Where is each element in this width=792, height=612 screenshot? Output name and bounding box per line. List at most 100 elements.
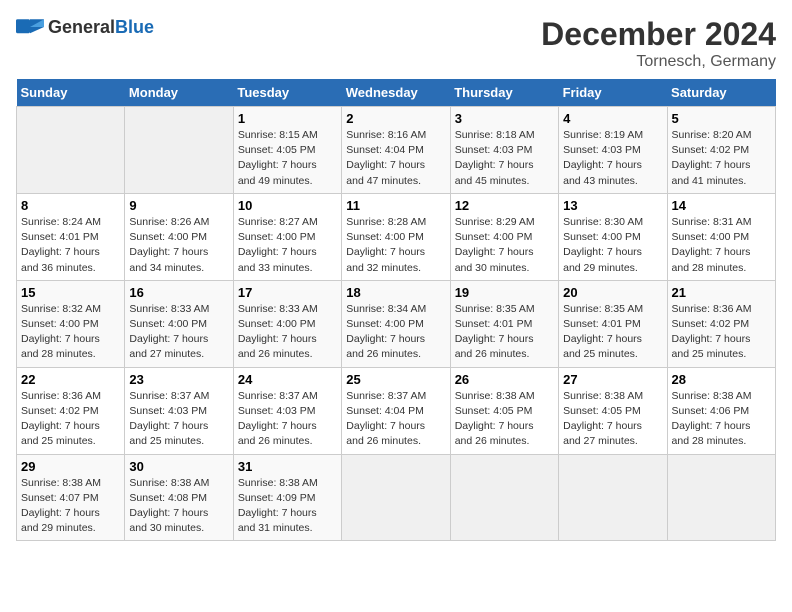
day-info: Sunrise: 8:32 AMSunset: 4:00 PMDaylight:… <box>21 303 101 361</box>
col-header-wednesday: Wednesday <box>342 79 450 107</box>
day-number: 30 <box>129 459 228 474</box>
col-header-sunday: Sunday <box>17 79 125 107</box>
day-info: Sunrise: 8:38 AMSunset: 4:09 PMDaylight:… <box>238 477 318 535</box>
subtitle: Tornesch, Germany <box>541 53 776 71</box>
day-info: Sunrise: 8:27 AMSunset: 4:00 PMDaylight:… <box>238 216 318 274</box>
day-number: 22 <box>21 372 120 387</box>
col-header-thursday: Thursday <box>450 79 558 107</box>
header: GeneralBlue December 2024 Tornesch, Germ… <box>16 16 776 71</box>
day-number: 17 <box>238 285 337 300</box>
day-info: Sunrise: 8:37 AMSunset: 4:04 PMDaylight:… <box>346 390 426 448</box>
day-number: 27 <box>563 372 662 387</box>
day-number: 9 <box>129 198 228 213</box>
day-info: Sunrise: 8:34 AMSunset: 4:00 PMDaylight:… <box>346 303 426 361</box>
day-number: 15 <box>21 285 120 300</box>
calendar-cell <box>125 107 233 194</box>
day-number: 10 <box>238 198 337 213</box>
day-number: 20 <box>563 285 662 300</box>
day-number: 11 <box>346 198 445 213</box>
day-info: Sunrise: 8:36 AMSunset: 4:02 PMDaylight:… <box>21 390 101 448</box>
calendar-cell: 9 Sunrise: 8:26 AMSunset: 4:00 PMDaylight… <box>125 193 233 280</box>
col-header-friday: Friday <box>559 79 667 107</box>
day-info: Sunrise: 8:19 AMSunset: 4:03 PMDaylight:… <box>563 129 643 187</box>
calendar-cell: 23 Sunrise: 8:37 AMSunset: 4:03 PMDayligh… <box>125 367 233 454</box>
day-number: 19 <box>455 285 554 300</box>
day-number: 24 <box>238 372 337 387</box>
day-info: Sunrise: 8:38 AMSunset: 4:05 PMDaylight:… <box>455 390 535 448</box>
title-area: December 2024 Tornesch, Germany <box>541 16 776 71</box>
day-info: Sunrise: 8:37 AMSunset: 4:03 PMDaylight:… <box>238 390 318 448</box>
day-number: 18 <box>346 285 445 300</box>
day-info: Sunrise: 8:16 AMSunset: 4:04 PMDaylight:… <box>346 129 426 187</box>
day-number: 16 <box>129 285 228 300</box>
day-number: 2 <box>346 111 445 126</box>
day-number: 21 <box>672 285 771 300</box>
calendar-cell: 24 Sunrise: 8:37 AMSunset: 4:03 PMDayligh… <box>233 367 341 454</box>
day-number: 31 <box>238 459 337 474</box>
day-info: Sunrise: 8:31 AMSunset: 4:00 PMDaylight:… <box>672 216 752 274</box>
calendar-cell: 13Sunrise: 8:30 AMSunset: 4:00 PMDayligh… <box>559 193 667 280</box>
calendar-cell: 10 Sunrise: 8:27 AMSunset: 4:00 PMDayligh… <box>233 193 341 280</box>
calendar-cell: 5 Sunrise: 8:20 AMSunset: 4:02 PMDaylight… <box>667 107 775 194</box>
calendar-cell: 20 Sunrise: 8:35 AMSunset: 4:01 PMDayligh… <box>559 280 667 367</box>
day-info: Sunrise: 8:36 AMSunset: 4:02 PMDaylight:… <box>672 303 752 361</box>
day-number: 14 <box>672 198 771 213</box>
calendar-cell: 3 Sunrise: 8:18 AMSunset: 4:03 PMDaylight… <box>450 107 558 194</box>
logo-general: General <box>48 17 115 37</box>
day-number: 8 <box>21 198 120 213</box>
day-number: 25 <box>346 372 445 387</box>
day-number: 12 <box>455 198 554 213</box>
day-info: Sunrise: 8:18 AMSunset: 4:03 PMDaylight:… <box>455 129 535 187</box>
calendar-cell: 16Sunrise: 8:33 AMSunset: 4:00 PMDayligh… <box>125 280 233 367</box>
day-info: Sunrise: 8:38 AMSunset: 4:08 PMDaylight:… <box>129 477 209 535</box>
calendar-cell: 26 Sunrise: 8:38 AMSunset: 4:05 PMDayligh… <box>450 367 558 454</box>
calendar-cell: 11 Sunrise: 8:28 AMSunset: 4:00 PMDayligh… <box>342 193 450 280</box>
day-number: 3 <box>455 111 554 126</box>
day-info: Sunrise: 8:20 AMSunset: 4:02 PMDaylight:… <box>672 129 752 187</box>
day-info: Sunrise: 8:33 AMSunset: 4:00 PMDaylight:… <box>238 303 318 361</box>
calendar-cell: 4 Sunrise: 8:19 AMSunset: 4:03 PMDaylight… <box>559 107 667 194</box>
day-number: 1 <box>238 111 337 126</box>
calendar-cell: 8 Sunrise: 8:24 AMSunset: 4:01 PMDaylight… <box>17 193 125 280</box>
day-info: Sunrise: 8:35 AMSunset: 4:01 PMDaylight:… <box>455 303 535 361</box>
calendar-cell <box>342 454 450 541</box>
day-info: Sunrise: 8:24 AMSunset: 4:01 PMDaylight:… <box>21 216 101 274</box>
calendar-cell: 25 Sunrise: 8:37 AMSunset: 4:04 PMDayligh… <box>342 367 450 454</box>
calendar-cell: 17 Sunrise: 8:33 AMSunset: 4:00 PMDayligh… <box>233 280 341 367</box>
calendar-cell: 30 Sunrise: 8:38 AMSunset: 4:08 PMDayligh… <box>125 454 233 541</box>
day-info: Sunrise: 8:15 AMSunset: 4:05 PMDaylight:… <box>238 129 318 187</box>
day-number: 28 <box>672 372 771 387</box>
calendar-cell: 28 Sunrise: 8:38 AMSunset: 4:06 PMDayligh… <box>667 367 775 454</box>
day-info: Sunrise: 8:26 AMSunset: 4:00 PMDaylight:… <box>129 216 209 274</box>
day-info: Sunrise: 8:38 AMSunset: 4:07 PMDaylight:… <box>21 477 101 535</box>
day-number: 4 <box>563 111 662 126</box>
calendar-cell: 12 Sunrise: 8:29 AMSunset: 4:00 PMDayligh… <box>450 193 558 280</box>
calendar-cell: 2 Sunrise: 8:16 AMSunset: 4:04 PMDaylight… <box>342 107 450 194</box>
calendar-cell: 18 Sunrise: 8:34 AMSunset: 4:00 PMDayligh… <box>342 280 450 367</box>
day-number: 23 <box>129 372 228 387</box>
logo-icon <box>16 16 44 38</box>
calendar-cell: 22 Sunrise: 8:36 AMSunset: 4:02 PMDayligh… <box>17 367 125 454</box>
calendar-cell: 15 Sunrise: 8:32 AMSunset: 4:00 PMDayligh… <box>17 280 125 367</box>
calendar-cell: 19 Sunrise: 8:35 AMSunset: 4:01 PMDayligh… <box>450 280 558 367</box>
logo-blue: Blue <box>115 17 154 37</box>
day-info: Sunrise: 8:37 AMSunset: 4:03 PMDaylight:… <box>129 390 209 448</box>
calendar-cell <box>559 454 667 541</box>
calendar-cell: 29 Sunrise: 8:38 AMSunset: 4:07 PMDayligh… <box>17 454 125 541</box>
calendar-cell: 1 Sunrise: 8:15 AMSunset: 4:05 PMDaylight… <box>233 107 341 194</box>
col-header-monday: Monday <box>125 79 233 107</box>
day-number: 29 <box>21 459 120 474</box>
col-header-saturday: Saturday <box>667 79 775 107</box>
day-info: Sunrise: 8:35 AMSunset: 4:01 PMDaylight:… <box>563 303 643 361</box>
calendar-cell: 27Sunrise: 8:38 AMSunset: 4:05 PMDayligh… <box>559 367 667 454</box>
calendar-table: SundayMondayTuesdayWednesdayThursdayFrid… <box>16 79 776 541</box>
day-number: 13 <box>563 198 662 213</box>
col-header-tuesday: Tuesday <box>233 79 341 107</box>
day-info: Sunrise: 8:29 AMSunset: 4:00 PMDaylight:… <box>455 216 535 274</box>
day-number: 26 <box>455 372 554 387</box>
calendar-cell <box>667 454 775 541</box>
day-number: 5 <box>672 111 771 126</box>
day-info: Sunrise: 8:38 AMSunset: 4:06 PMDaylight:… <box>672 390 752 448</box>
calendar-cell: 21 Sunrise: 8:36 AMSunset: 4:02 PMDayligh… <box>667 280 775 367</box>
day-info: Sunrise: 8:28 AMSunset: 4:00 PMDaylight:… <box>346 216 426 274</box>
